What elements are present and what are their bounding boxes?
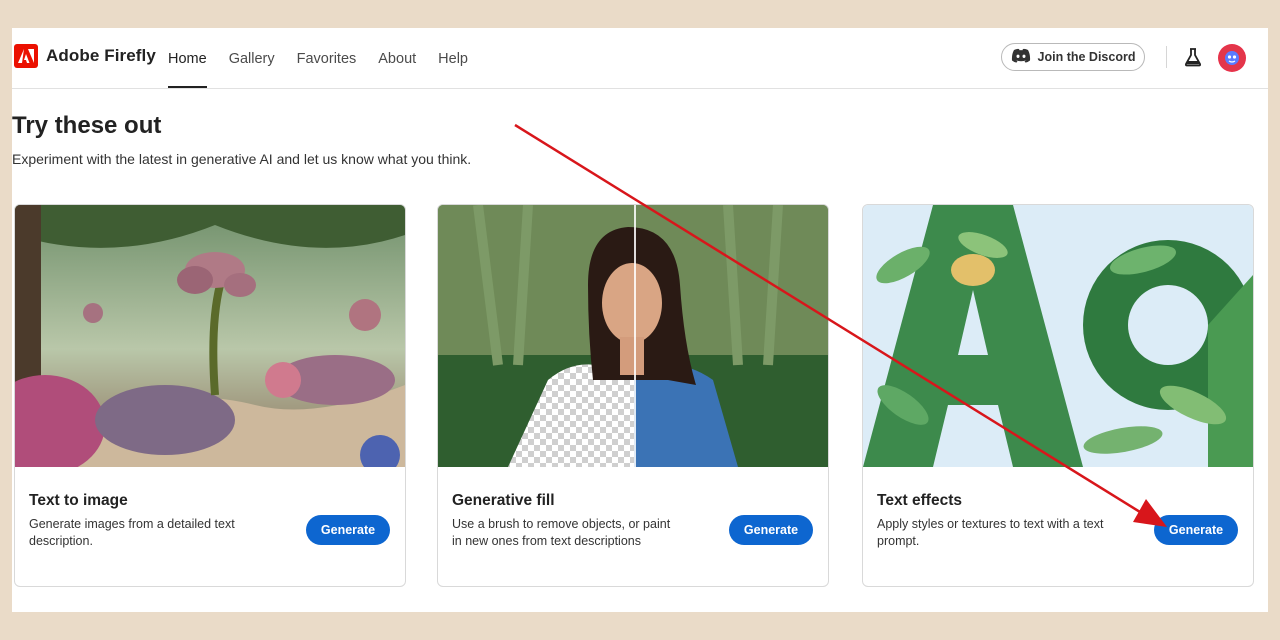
adobe-logo-icon [14,44,38,68]
section-subtitle: Experiment with the latest in generative… [12,151,472,167]
text-to-image-preview [15,205,405,467]
card-title: Text effects [877,492,962,509]
nav-home[interactable]: Home [168,28,207,88]
brand[interactable]: Adobe Firefly [14,44,156,68]
nav-gallery[interactable]: Gallery [229,28,275,88]
nav-favorites[interactable]: Favorites [297,28,357,88]
generate-button[interactable]: Generate [1154,515,1238,545]
app-frame: Adobe Firefly Home Gallery Favorites Abo… [12,28,1268,612]
card-text-to-image[interactable]: Text to image Generate images from a det… [14,204,406,587]
header-divider [1166,46,1167,68]
brand-name: Adobe Firefly [46,46,156,65]
card-text-effects[interactable]: Text effects Apply styles or textures to… [862,204,1254,587]
user-avatar[interactable] [1218,44,1246,72]
discord-icon [1011,48,1031,66]
card-description: Apply styles or textures to text with a … [877,517,1104,548]
join-discord-button[interactable]: Join the Discord [1001,43,1145,71]
card-generative-fill[interactable]: Generative fill Use a brush to remove ob… [437,204,829,587]
join-discord-label: Join the Discord [1037,50,1136,64]
card-title: Generative fill [452,492,555,509]
text-effects-preview [863,205,1253,467]
section-title: Try these out [12,112,162,139]
top-header: Adobe Firefly Home Gallery Favorites Abo… [12,28,1268,89]
generative-fill-preview [438,205,828,467]
nav-about[interactable]: About [378,28,416,88]
card-description: Use a brush to remove objects, or paint … [452,517,671,548]
card-title: Text to image [29,492,128,509]
flask-icon[interactable] [1183,47,1203,67]
generate-button[interactable]: Generate [306,515,390,545]
main-nav: Home Gallery Favorites About Help [168,28,490,88]
card-description: Generate images from a detailed text des… [29,517,235,548]
generate-button[interactable]: Generate [729,515,813,545]
nav-help[interactable]: Help [438,28,468,88]
